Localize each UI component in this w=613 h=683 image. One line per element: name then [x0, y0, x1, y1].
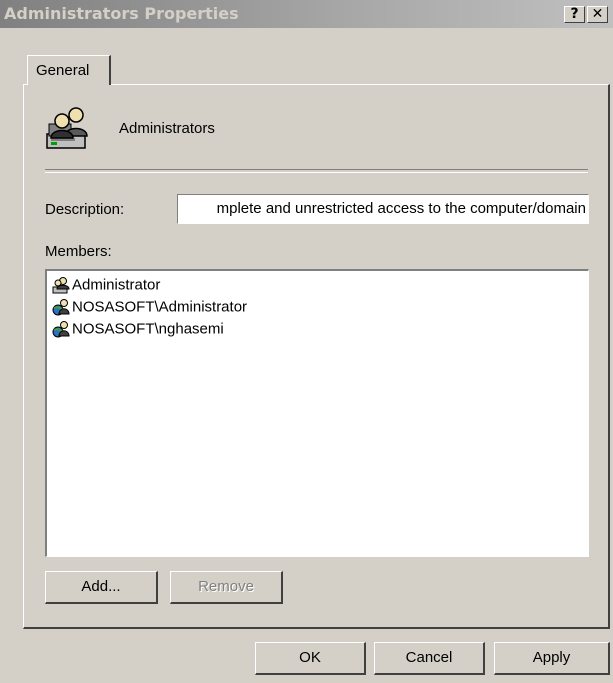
tab-general-label: General [36, 62, 90, 79]
group-name: Administrators [119, 120, 215, 137]
domain-user-icon [52, 320, 70, 338]
description-label: Description: [45, 201, 125, 218]
description-value: mplete and unrestricted access to the co… [216, 200, 586, 217]
close-icon: ✕ [591, 6, 604, 22]
help-button[interactable]: ? [564, 6, 585, 23]
list-item[interactable]: NOSASOFT\Administrator [52, 298, 247, 318]
question-mark-icon: ? [570, 6, 579, 22]
cancel-button[interactable]: Cancel [374, 642, 485, 675]
local-user-icon [52, 276, 70, 294]
list-item[interactable]: NOSASOFT\nghasemi [52, 320, 224, 340]
apply-button[interactable]: Apply [494, 642, 610, 675]
member-name: NOSASOFT\nghasemi [72, 320, 224, 338]
description-field[interactable]: mplete and unrestricted access to the co… [177, 194, 589, 224]
member-name: NOSASOFT\Administrator [72, 298, 248, 316]
members-list[interactable]: Administrator NOSASOFT\Administrator NOS… [45, 269, 589, 557]
members-label: Members: [45, 243, 112, 260]
separator [45, 169, 588, 173]
member-name: Administrator [72, 276, 161, 294]
domain-user-icon [52, 298, 70, 316]
list-item[interactable]: Administrator [52, 276, 160, 296]
ok-button[interactable]: OK [255, 642, 366, 675]
group-users-icon [45, 104, 93, 152]
add-button[interactable]: Add... [45, 571, 158, 604]
remove-button[interactable]: Remove [170, 571, 283, 604]
close-button[interactable]: ✕ [587, 6, 608, 23]
window-title: Administrators Properties [4, 4, 239, 23]
tab-general[interactable]: General [27, 55, 111, 85]
